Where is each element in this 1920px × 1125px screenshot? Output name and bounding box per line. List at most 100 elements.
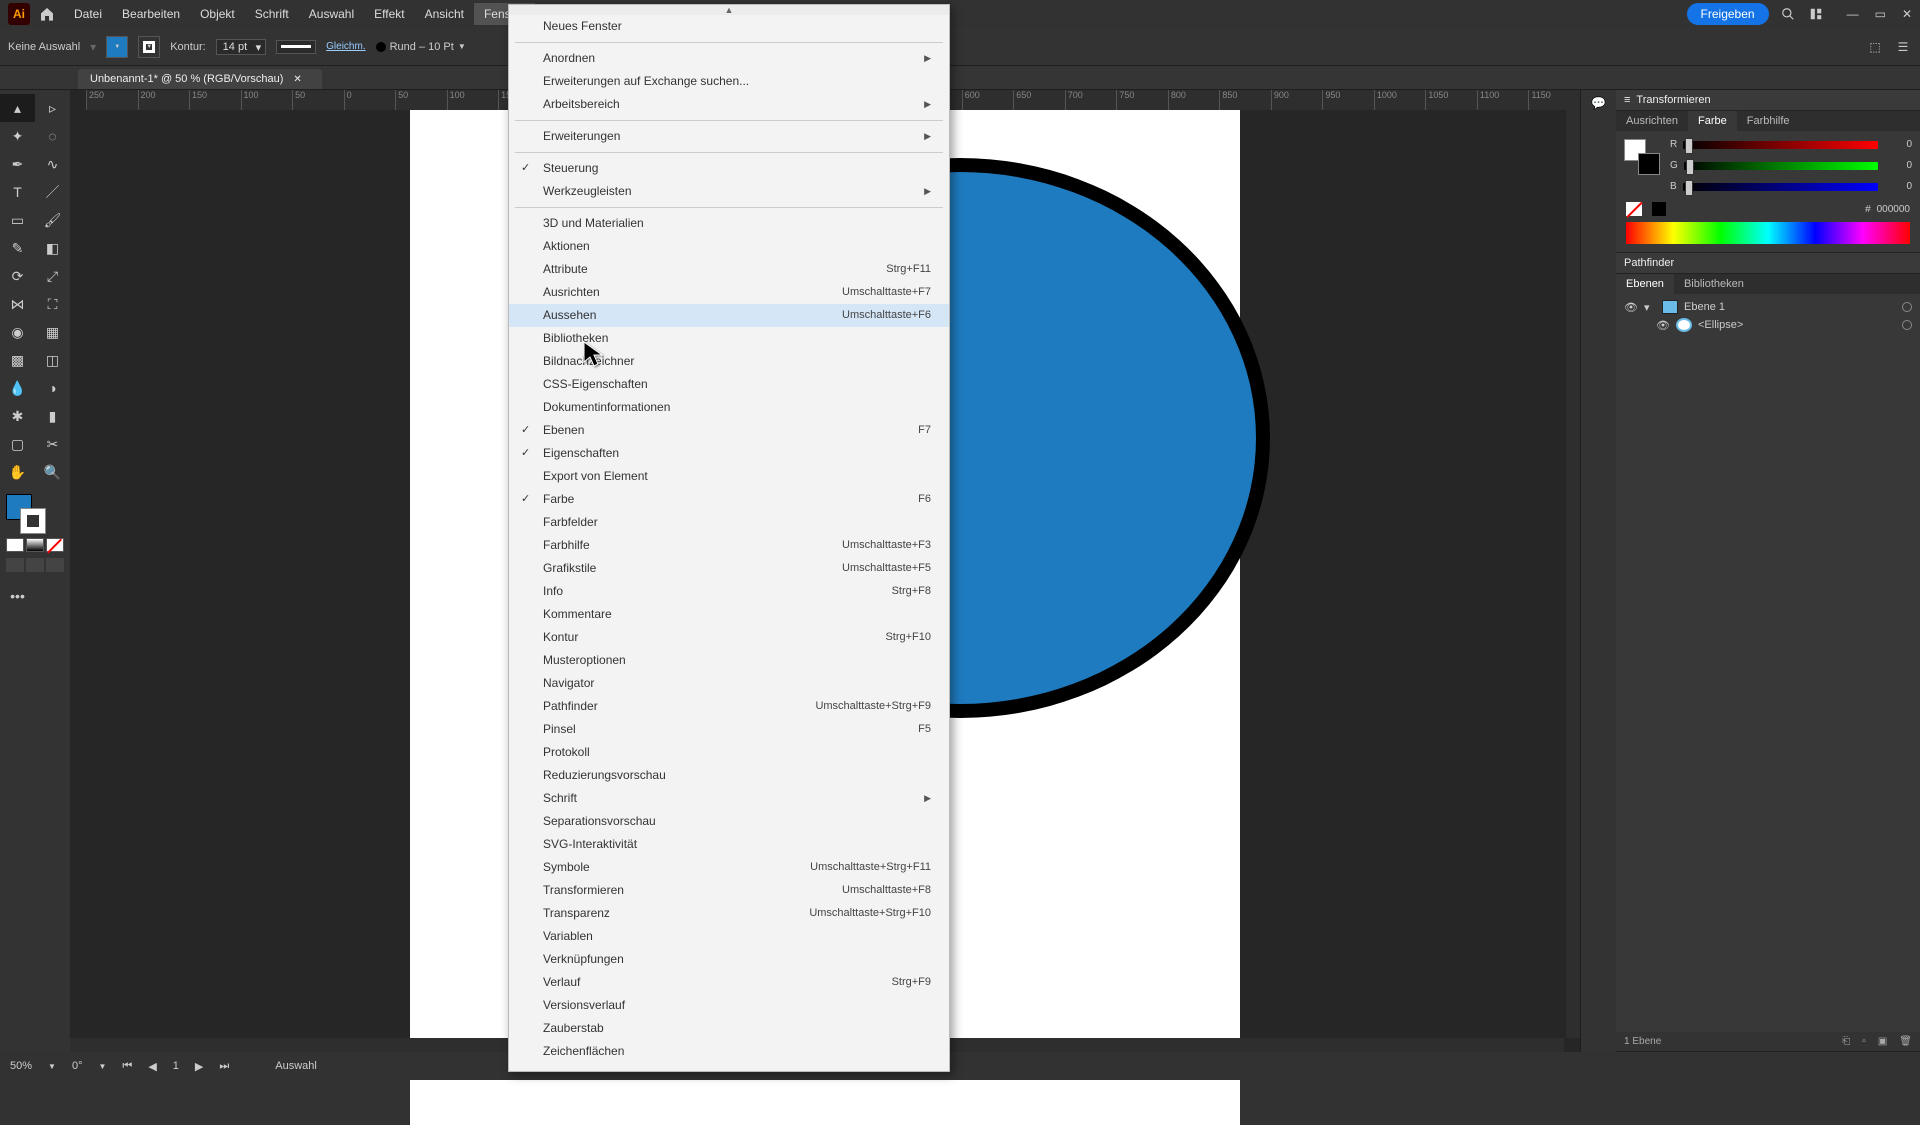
draw-normal[interactable] [6,558,24,572]
menu-item-bibliotheken[interactable]: Bibliotheken [509,327,949,350]
g-slider[interactable] [1684,162,1878,170]
menu-item-variablen[interactable]: Variablen [509,925,949,948]
transform-panel-header[interactable]: ≡ Transformieren [1616,90,1920,110]
share-button[interactable]: Freigeben [1687,3,1769,25]
menu-item-export-von-element[interactable]: Export von Element [509,465,949,488]
none-swatch[interactable] [1626,202,1642,216]
color-mode-gradient[interactable] [26,538,44,552]
eyedropper-tool[interactable]: 💧 [0,374,35,402]
perspective-tool[interactable]: ▦ [35,318,70,346]
color-mode-none[interactable] [46,538,64,552]
menu-bearbeiten[interactable]: Bearbeiten [112,3,190,25]
g-value[interactable]: 0 [1884,160,1912,171]
comment-icon[interactable]: 💬 [1591,96,1606,110]
menu-item-dokumentinformationen[interactable]: Dokumentinformationen [509,396,949,419]
menu-item-versionsverlauf[interactable]: Versionsverlauf [509,994,949,1017]
locate-icon[interactable]: ⎗ [1842,1036,1850,1047]
stroke-color[interactable] [20,508,46,534]
draw-behind[interactable] [26,558,44,572]
artboard-number[interactable]: 1 [173,1060,179,1072]
fill-swatch[interactable]: ▼ [106,36,128,58]
shape-builder-tool[interactable]: ◉ [0,318,35,346]
object-name[interactable]: <Ellipse> [1698,319,1743,331]
menu-schrift[interactable]: Schrift [245,3,299,25]
scale-tool[interactable]: ⤢ [35,262,70,290]
search-icon[interactable] [1779,5,1797,23]
slice-tool[interactable]: ✂ [35,430,70,458]
mesh-tool[interactable]: ▩ [0,346,35,374]
menu-item-grafikstile[interactable]: GrafikstileUmschalttaste+F5 [509,557,949,580]
black-swatch[interactable] [1652,202,1666,216]
color-stack[interactable] [6,494,46,534]
type-tool[interactable]: T [0,178,35,206]
tab-ausrichten[interactable]: Ausrichten [1616,111,1688,131]
free-transform-tool[interactable]: ⛶ [35,290,70,318]
menu-item-zeichenfl-chen[interactable]: Zeichenflächen [509,1040,949,1063]
menu-item-eigenschaften[interactable]: ✓Eigenschaften [509,442,949,465]
menu-ansicht[interactable]: Ansicht [415,3,474,25]
layer-row[interactable]: 👁 <Ellipse> [1616,316,1920,334]
menu-item-navigator[interactable]: Navigator [509,672,949,695]
menu-item-anordnen[interactable]: Anordnen▶ [509,47,949,70]
menu-item-bildnachzeichner[interactable]: Bildnachzeichner [509,350,949,373]
r-slider[interactable] [1683,141,1878,149]
graph-tool[interactable]: ▮ [35,402,70,430]
b-value[interactable]: 0 [1884,181,1912,192]
artboard-nav-last[interactable]: ⏭ [219,1060,229,1073]
tab-bibliotheken[interactable]: Bibliotheken [1674,274,1754,294]
direct-selection-tool[interactable]: ▹ [35,94,70,122]
stroke-swatch[interactable]: ▼ [138,36,160,58]
document-tab[interactable]: Unbenannt-1* @ 50 % (RGB/Vorschau) ✕ [78,69,322,89]
menu-auswahl[interactable]: Auswahl [299,3,364,25]
menu-item-protokoll[interactable]: Protokoll [509,741,949,764]
magic-wand-tool[interactable]: ✦ [0,122,35,150]
menu-item-farbe[interactable]: ✓FarbeF6 [509,488,949,511]
home-icon[interactable] [36,3,58,25]
hand-tool[interactable]: ✋ [0,458,35,486]
pen-tool[interactable]: ✒ [0,150,35,178]
menu-item-verkn-pfungen[interactable]: Verknüpfungen [509,948,949,971]
visibility-icon[interactable]: 👁 [1624,301,1638,314]
pathfinder-panel-header[interactable]: Pathfinder [1616,253,1920,273]
draw-inside[interactable] [46,558,64,572]
maximize-icon[interactable]: ▭ [1875,7,1886,21]
tab-ebenen[interactable]: Ebenen [1616,274,1674,294]
edit-toolbar[interactable]: ••• [0,582,35,610]
blend-tool[interactable]: ◑ [35,374,70,402]
r-value[interactable]: 0 [1884,139,1912,150]
symbol-sprayer-tool[interactable]: ✱ [0,402,35,430]
delete-layer-icon[interactable]: 🗑 [1899,1036,1912,1047]
menu-item-css-eigenschaften[interactable]: CSS-Eigenschaften [509,373,949,396]
line-tool[interactable]: ／ [35,178,70,206]
menu-item-ebenen[interactable]: ✓EbenenF7 [509,419,949,442]
artboard-nav-next[interactable]: ▶ [195,1060,203,1073]
menu-item-musteroptionen[interactable]: Musteroptionen [509,649,949,672]
artboard-tool[interactable]: ▢ [0,430,35,458]
target-icon[interactable] [1902,302,1912,312]
menu-item-reduzierungsvorschau[interactable]: Reduzierungsvorschau [509,764,949,787]
menu-item-farbfelder[interactable]: Farbfelder [509,511,949,534]
zoom-level[interactable]: 50% [10,1060,32,1072]
menu-scroll-up[interactable]: ▲ [509,5,949,15]
uniform-link[interactable]: Gleichm. [326,41,365,52]
menu-item-3d-und-materialien[interactable]: 3D und Materialien [509,212,949,235]
paintbrush-tool[interactable]: 🖌 [35,206,70,234]
menu-item-farbhilfe[interactable]: FarbhilfeUmschalttaste+F3 [509,534,949,557]
menu-item-erweiterungen-auf-exchange-suchen-[interactable]: Erweiterungen auf Exchange suchen... [509,70,949,93]
menu-item-symbole[interactable]: SymboleUmschalttaste+Strg+F11 [509,856,949,879]
menu-item-kommentare[interactable]: Kommentare [509,603,949,626]
menu-item-aussehen[interactable]: AussehenUmschalttaste+F6 [509,304,949,327]
menu-item-neues-fenster[interactable]: Neues Fenster [509,15,949,38]
tab-farbhilfe[interactable]: Farbhilfe [1737,111,1800,131]
menu-item-verlauf[interactable]: VerlaufStrg+F9 [509,971,949,994]
menu-item-ausrichten[interactable]: AusrichtenUmschalttaste+F7 [509,281,949,304]
curvature-tool[interactable]: ∿ [35,150,70,178]
stroke-weight-input[interactable]: 14 pt [216,39,266,55]
menu-effekt[interactable]: Effekt [364,3,414,25]
arrange-icon[interactable] [1807,5,1825,23]
zoom-tool[interactable]: 🔍 [35,458,70,486]
new-layer-icon[interactable]: ▣ [1878,1036,1887,1047]
menu-item-transparenz[interactable]: TransparenzUmschalttaste+Strg+F10 [509,902,949,925]
menu-objekt[interactable]: Objekt [190,3,245,25]
close-icon[interactable]: ✕ [1902,7,1912,21]
